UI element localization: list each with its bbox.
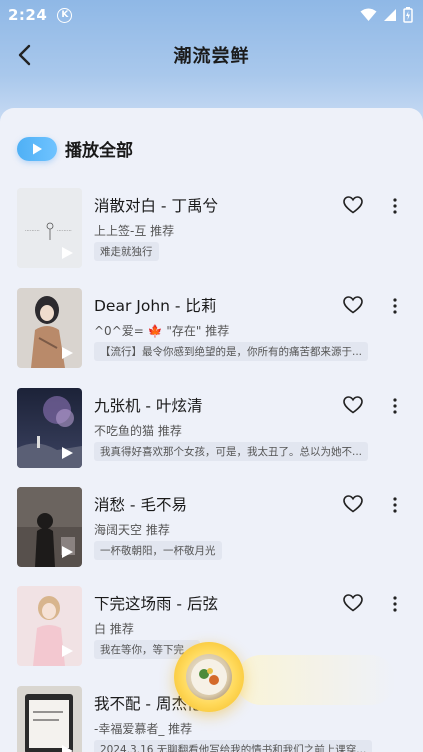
album-cover[interactable] (17, 388, 82, 468)
battery-icon (403, 7, 413, 23)
k-notification-icon: K (57, 7, 73, 23)
svg-text:⋯⋯⋯: ⋯⋯⋯ (25, 228, 40, 234)
album-cover[interactable] (17, 686, 82, 752)
heart-icon[interactable] (343, 196, 363, 214)
song-title: 下完这场雨 - 后弦 (94, 595, 218, 613)
play-overlay-icon (62, 247, 73, 259)
play-overlay-icon (62, 447, 73, 459)
heart-icon[interactable] (343, 296, 363, 314)
play-all-icon (17, 136, 57, 161)
play-overlay-icon (62, 745, 73, 752)
song-recommender: 上上签-互 推荐 (94, 224, 175, 238)
song-recommender: ^0^爱= 🍁 "存在" 推荐 (94, 324, 230, 338)
song-row[interactable]: ⋯⋯⋯ ⋯⋯⋯ 消散对白 - 丁禹兮 上上签-互 推荐 难走就独行 (0, 188, 423, 270)
album-cover[interactable] (17, 586, 82, 666)
song-comment-tag: 【流行】最令你感到绝望的是，你所有的痛苦都来源于... (94, 342, 369, 361)
top-bar: 潮流尝鲜 (0, 32, 423, 78)
song-title: 九张机 - 叶炫清 (94, 397, 203, 415)
play-overlay-icon (62, 645, 73, 657)
more-options-icon[interactable] (392, 297, 398, 315)
song-row[interactable]: 消愁 - 毛不易 海阔天空 推荐 一杯敬朝阳，一杯敬月光 (0, 487, 423, 569)
song-comment-tag: 一杯敬朝阳，一杯敬月光 (94, 541, 222, 560)
album-cover[interactable]: ⋯⋯⋯ ⋯⋯⋯ (17, 188, 82, 268)
song-row[interactable]: Dear John - 比莉 ^0^爱= 🍁 "存在" 推荐 【流行】最令你感到… (0, 288, 423, 370)
heart-icon[interactable] (343, 396, 363, 414)
signal-icon (384, 9, 396, 21)
status-time: 2:24 (8, 6, 48, 24)
song-recommender: 不吃鱼的猫 推荐 (94, 424, 182, 438)
more-options-icon[interactable] (392, 397, 398, 415)
back-arrow-icon[interactable] (14, 43, 36, 67)
mini-player-cover (186, 654, 232, 700)
wifi-icon (360, 8, 377, 21)
svg-text:⋯⋯⋯: ⋯⋯⋯ (57, 228, 72, 234)
song-comment-tag: 2024.3.16 无聊翻看他写给我的情书和我们之前上课穿... (94, 740, 373, 752)
song-title: 消散对白 - 丁禹兮 (94, 197, 218, 215)
heart-icon[interactable] (343, 594, 363, 612)
cover-art-image (17, 686, 82, 752)
play-all-label: 播放全部 (65, 141, 133, 161)
album-cover[interactable] (17, 487, 82, 567)
song-recommender: 海阔天空 推荐 (94, 523, 170, 537)
song-recommender: -幸福爱慕者_ 推荐 (94, 722, 193, 736)
play-overlay-icon (62, 347, 73, 359)
album-cover[interactable] (17, 288, 82, 368)
song-row[interactable]: 九张机 - 叶炫清 不吃鱼的猫 推荐 我真得好喜欢那个女孩，可是，我太丑了。总以… (0, 388, 423, 470)
heart-icon[interactable] (343, 495, 363, 513)
play-all-button[interactable]: 播放全部 (17, 136, 133, 161)
more-options-icon[interactable] (392, 595, 398, 613)
song-recommender: 白 推荐 (94, 622, 134, 636)
song-title: Dear John - 比莉 (94, 297, 217, 315)
play-overlay-icon (62, 546, 73, 558)
more-options-icon[interactable] (392, 496, 398, 514)
song-comment-tag: 难走就独行 (94, 242, 159, 261)
page-title: 潮流尝鲜 (173, 46, 250, 67)
mini-player-button[interactable] (174, 642, 244, 712)
status-bar: 2:24 K (0, 0, 423, 30)
song-title: 消愁 - 毛不易 (94, 496, 187, 514)
mini-player-glow (236, 655, 396, 705)
more-options-icon[interactable] (392, 197, 398, 215)
song-comment-tag: 我真得好喜欢那个女孩，可是，我太丑了。总以为她不... (94, 442, 369, 461)
